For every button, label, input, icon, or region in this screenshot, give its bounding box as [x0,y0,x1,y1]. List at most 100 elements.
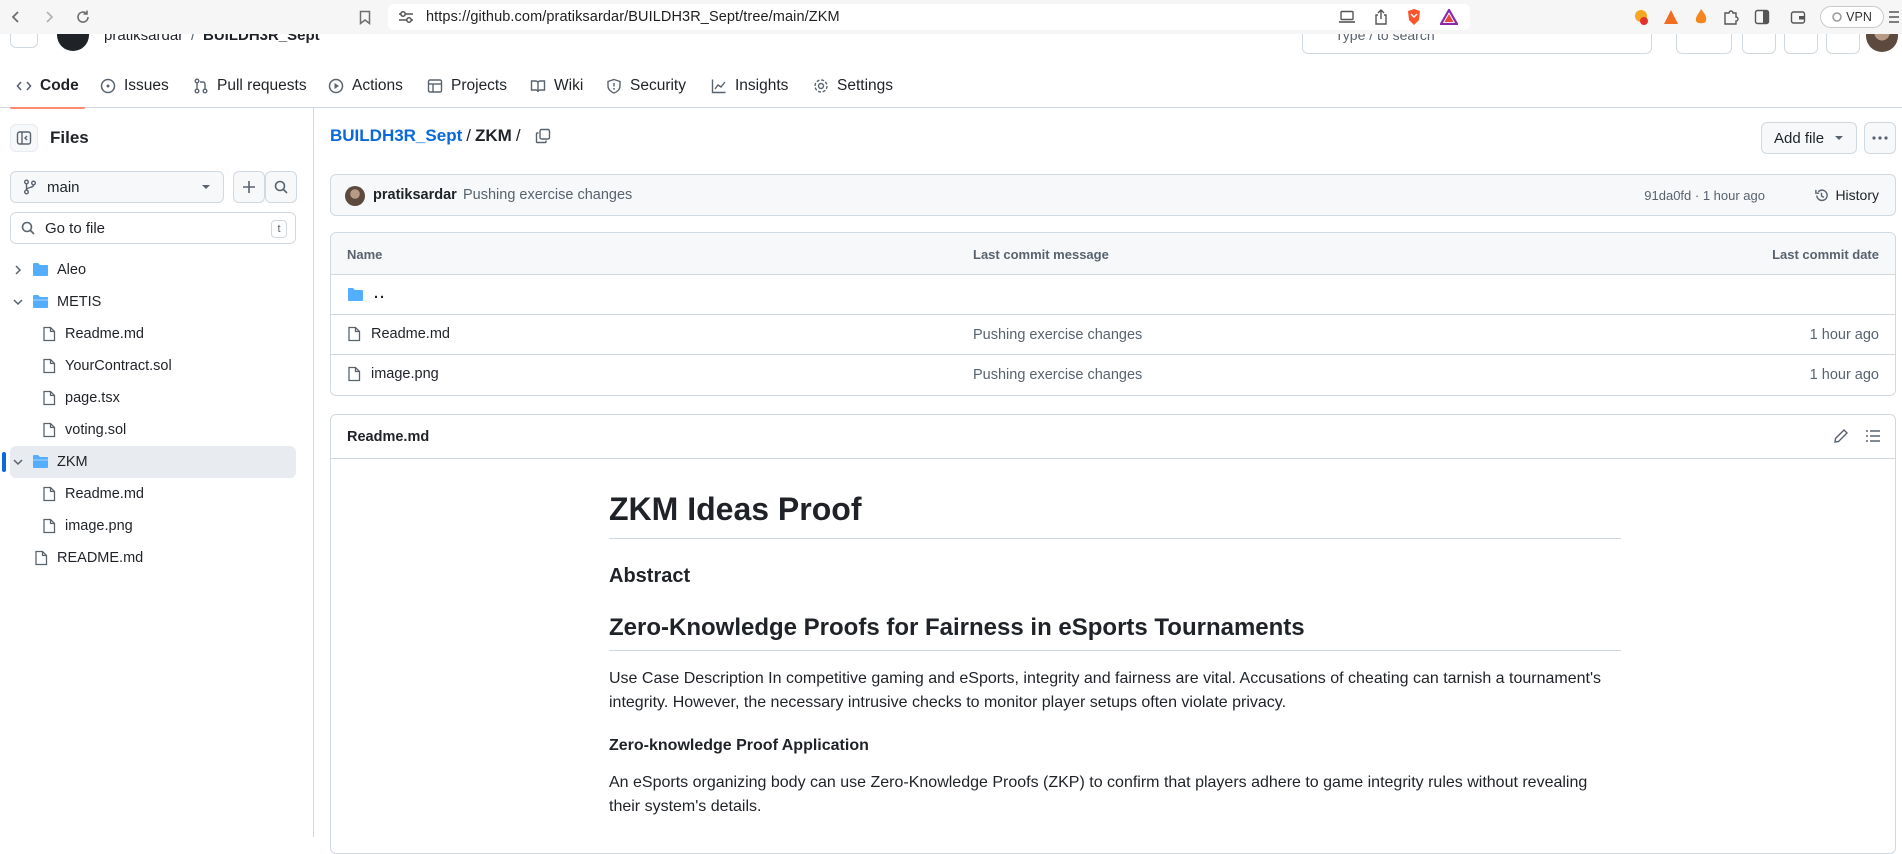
kebab-horizontal-icon [1872,136,1888,140]
sidebar-toggle-icon[interactable] [1754,9,1770,25]
tab-security[interactable]: Security [606,64,686,108]
issue-icon [100,78,116,94]
sidebar-header: Files [10,124,89,152]
caret-down-icon [1834,135,1844,141]
tree-item-metis[interactable]: METIS [10,286,296,318]
cast-icon[interactable] [1338,10,1356,24]
readme-heading-2: Zero-Knowledge Proofs for Fairness in eS… [609,614,1621,651]
latest-commit-bar: pratiksardar Pushing exercise changes 91… [330,174,1896,216]
search-icon [21,221,35,235]
commit-author[interactable]: pratiksardar [373,187,457,203]
code-icon [16,78,32,94]
readme-paragraph: Use Case Description In competitive gami… [609,670,1602,711]
add-file-button[interactable]: Add file [1761,122,1857,154]
reload-icon[interactable] [72,6,94,28]
chevron-down-icon[interactable] [12,296,24,308]
tree-item-label: Readme.md [65,326,144,342]
avatar[interactable] [345,186,365,206]
tab-label: Pull requests [217,77,307,94]
header-repo[interactable]: BUILDH3R_Sept [203,34,320,44]
site-settings-icon[interactable] [398,10,414,24]
commit-message[interactable]: Pushing exercise changes [463,187,632,203]
file-commit-message[interactable]: Pushing exercise changes [973,327,1142,343]
puzzle-icon[interactable] [1722,8,1740,26]
chevron-down-icon[interactable] [12,456,24,468]
brave-rewards-icon[interactable] [1440,9,1458,25]
parent-directory-link[interactable]: .. [374,286,386,302]
add-file-sidebar-button[interactable] [233,171,265,203]
table-row[interactable]: image.png Pushing exercise changes 1 hou… [331,355,1895,395]
tree-item-root-readme[interactable]: README.md [10,542,296,574]
tree-item-yourcontract[interactable]: YourContract.sol [10,350,296,382]
plus-icon [242,180,256,194]
go-to-file-input[interactable]: Go to file t [10,212,296,244]
tree-item-zkm-readme[interactable]: Readme.md [10,478,296,510]
github-logo-icon[interactable] [56,34,90,52]
file-commit-message[interactable]: Pushing exercise changes [973,367,1142,383]
bookmark-icon[interactable] [354,6,376,28]
folder-icon [32,262,49,277]
tree-item-metis-readme[interactable]: Readme.md [10,318,296,350]
search-files-button[interactable] [265,171,297,203]
breadcrumb-repo-link[interactable]: BUILDH3R_Sept [330,126,462,146]
extension-icon[interactable] [1692,8,1710,26]
tree-item-voting-sol[interactable]: voting.sol [10,414,296,446]
copy-path-icon[interactable] [535,128,551,144]
tab-label: Security [630,77,686,94]
menu-icon[interactable] [1888,10,1900,24]
parent-directory-row[interactable]: .. [331,275,1895,315]
readme-filename[interactable]: Readme.md [347,429,429,445]
commit-meta[interactable]: 91da0fd · 1 hour ago [1644,188,1765,203]
file-name-link[interactable]: Readme.md [371,326,450,342]
address-bar[interactable]: https://github.com/pratiksardar/BUILDH3R… [388,4,1470,30]
add-file-label: Add file [1774,129,1825,147]
tree-item-zkm[interactable]: ZKM [2,446,296,478]
search-placeholder: Type / to search [1335,34,1435,43]
tab-pull-requests[interactable]: Pull requests [193,64,307,108]
tree-item-image-png[interactable]: image.png [10,510,296,542]
global-search-input[interactable]: Type / to search [1302,34,1652,54]
header-separator: / [191,34,196,44]
directory-file-table: Name Last commit message Last commit dat… [330,232,1896,396]
readme-paragraph: An eSports organizing body can use Zero-… [609,774,1588,815]
inbox-button[interactable] [1826,34,1860,54]
back-icon[interactable] [5,6,27,28]
readme-content: ZKM Ideas Proof Abstract Zero-Knowledge … [609,459,1621,819]
extension-icon[interactable] [1662,8,1680,26]
tab-actions[interactable]: Actions [328,64,403,108]
more-options-button[interactable] [1864,122,1896,154]
extension-icon[interactable] [1632,8,1650,26]
branch-selector[interactable]: main [10,171,224,203]
tree-item-aleo[interactable]: Aleo [10,254,296,286]
tab-issues[interactable]: Issues [100,64,169,108]
tab-code[interactable]: Code [10,64,85,109]
hamburger-button[interactable] [10,34,38,48]
pull-requests-button[interactable] [1784,34,1818,54]
forward-icon[interactable] [38,6,60,28]
tree-item-page-tsx[interactable]: page.tsx [10,382,296,414]
chevron-right-icon[interactable] [12,264,24,276]
collapse-sidebar-button[interactable] [10,124,38,152]
header-owner[interactable]: pratiksardar [104,34,183,44]
readme-abstract-heading: Abstract [609,565,691,587]
tree-item-label: Aleo [57,262,87,278]
share-icon[interactable] [1374,9,1388,25]
outline-list-icon[interactable] [1865,428,1881,444]
brave-shield-icon[interactable] [1406,8,1422,26]
vpn-label: VPN [1846,10,1872,24]
file-name-link[interactable]: image.png [371,366,439,382]
file-icon [347,366,361,382]
vpn-button[interactable]: VPN [1820,6,1884,28]
table-row[interactable]: Readme.md Pushing exercise changes 1 hou… [331,315,1895,355]
issues-button[interactable] [1742,34,1776,54]
tab-insights[interactable]: Insights [711,64,788,108]
wallet-icon[interactable] [1790,9,1806,25]
history-button[interactable]: History [1814,187,1879,203]
tab-projects[interactable]: Projects [427,64,507,108]
tab-wiki[interactable]: Wiki [530,64,583,108]
create-new-button[interactable] [1676,34,1732,54]
pencil-icon[interactable] [1833,428,1849,444]
tab-settings[interactable]: Settings [813,64,893,108]
avatar[interactable] [1866,34,1898,52]
file-icon [42,486,56,502]
